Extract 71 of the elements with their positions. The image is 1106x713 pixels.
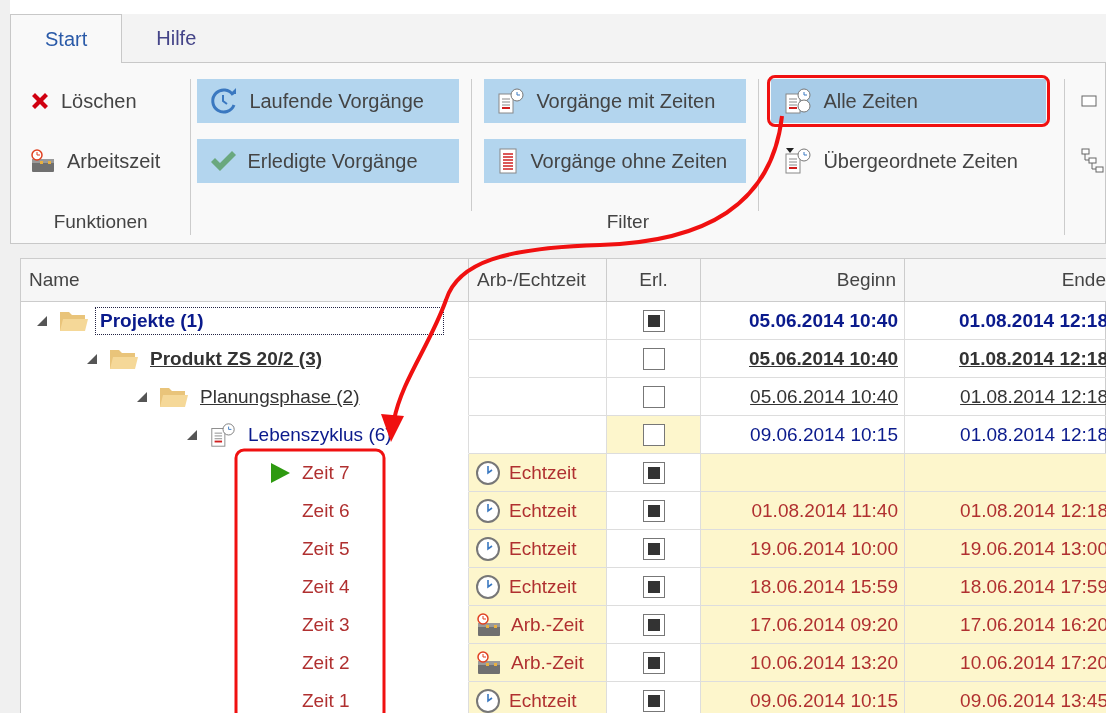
expander-icon[interactable] [37,315,47,326]
table-cell: 05.06.2014 10:40 [701,378,905,416]
ribbon-button[interactable]: Übergeordnete Zeiten [771,139,1047,183]
column-header[interactable]: Name [21,259,469,302]
time-type-label: Echtzeit [509,689,577,712]
checkbox[interactable] [642,689,665,712]
ribbon-button[interactable]: Vorgänge mit Zeiten [484,79,747,123]
ribbon-tab[interactable]: Start [10,14,123,63]
checkbox[interactable] [642,651,665,674]
checkbox[interactable] [642,575,665,598]
tree-node[interactable]: Zeit 6 [297,496,355,525]
ribbon-button[interactable]: Laufende Vorgänge [197,79,460,123]
checkbox[interactable] [642,347,665,370]
tree-node[interactable]: Projekte (1) [95,306,445,335]
document-clock-icon [783,86,814,116]
table-cell: 09.06.2014 10:15 [701,682,905,713]
ribbon-button[interactable]: Löschen [17,79,173,123]
expander-icon[interactable] [187,429,197,440]
rectangle-icon [1081,95,1098,107]
tree-node[interactable]: Zeit 7 [297,458,355,487]
checkbox[interactable] [642,309,665,332]
checkbox[interactable] [642,537,665,560]
table-cell: 01.08.2014 11:40 [701,492,905,530]
briefcase-clock-icon [475,611,503,638]
expander-icon[interactable] [137,391,147,402]
column-header[interactable]: Erl. [607,259,701,302]
ribbon-button[interactable]: Arbeitszeit [17,139,173,183]
checkbox[interactable] [642,461,665,484]
table-cell: 19.06.2014 10:00 [701,530,905,568]
checkbox[interactable] [642,423,665,446]
expander-icon[interactable] [87,353,97,364]
clock-icon [475,497,501,524]
group-label: Filter [605,211,650,234]
checkbox[interactable] [642,385,665,408]
tree-node[interactable]: Planungsphase (2) [195,382,365,411]
clock-icon [475,573,501,600]
table-cell: 05.06.2014 10:40 [701,340,905,378]
table-cell: 10.06.2014 13:20 [701,644,905,682]
time-type-label: Echtzeit [509,499,577,522]
checkbox[interactable] [642,613,665,636]
tree-node[interactable]: Zeit 1 [297,686,355,713]
document-clock-icon [783,146,814,176]
time-type-label: Echtzeit [509,461,577,484]
clock-icon [475,687,501,713]
check-icon [209,149,238,173]
tree-node[interactable]: Zeit 4 [297,572,355,601]
ribbon-button[interactable]: Vorgänge ohne Zeiten [484,139,747,183]
time-type-label: Echtzeit [509,575,577,598]
briefcase-clock-icon [475,649,503,676]
tree-node[interactable]: Zeit 3 [297,610,355,639]
clock-icon [475,535,501,562]
table-cell: 05.06.2014 10:40 [701,302,905,340]
clock-icon [475,459,501,486]
tree-node[interactable]: Zeit 5 [297,534,355,563]
checkbox[interactable] [642,499,665,522]
ribbon-tab[interactable]: Hilfe [122,14,231,63]
document-clock-icon [496,86,527,116]
table-cell: 18.06.2014 15:59 [701,568,905,606]
column-header[interactable]: Beginn [701,259,905,302]
group-label: Funktionen [52,211,149,234]
column-header[interactable]: Ende [905,259,1106,302]
ribbon-button[interactable]: Erledigte Vorgänge [197,139,460,183]
column-header[interactable]: Arb-/Echtzeit [469,259,607,302]
tree-node[interactable]: Zeit 2 [297,648,355,677]
briefcase-clock-icon [29,148,57,174]
table-cell: 17.06.2014 09:20 [701,606,905,644]
time-type-label: Arb.-Zeit [511,651,584,674]
tree-node[interactable]: Produkt ZS 20/2 (3) [145,344,328,373]
document-clock-icon [209,420,237,449]
time-type-label: Echtzeit [509,537,577,560]
time-type-label: Arb.-Zeit [511,613,584,636]
